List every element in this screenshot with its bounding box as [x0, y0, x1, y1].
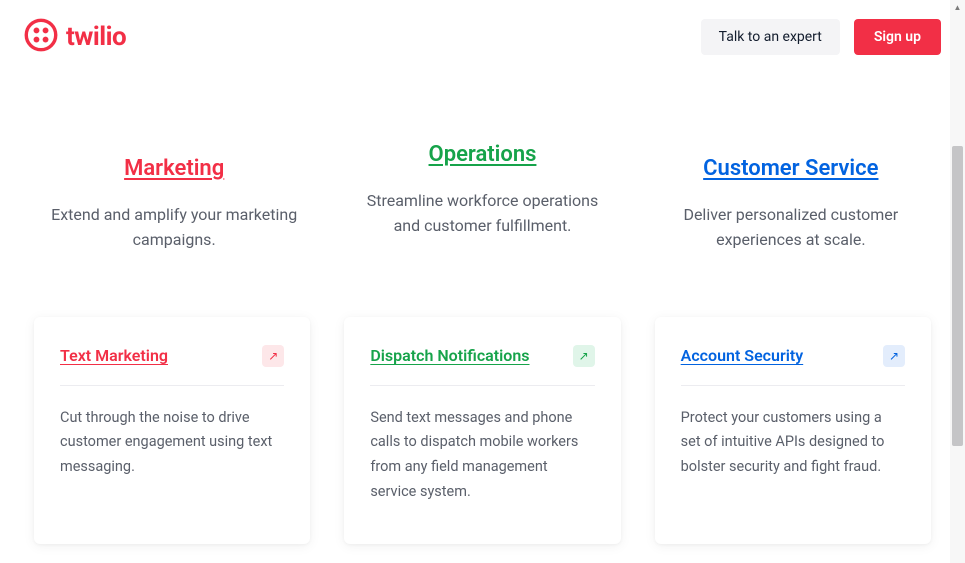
- arrow-up-right-icon: ↗: [573, 345, 595, 367]
- category-columns: Marketing Extend and amplify your market…: [0, 156, 965, 253]
- card-header: Text Marketing ↗: [60, 345, 284, 386]
- sign-up-button[interactable]: Sign up: [854, 19, 941, 55]
- dispatch-notifications-link[interactable]: Dispatch Notifications: [370, 346, 529, 365]
- card-dispatch-notifications[interactable]: Dispatch Notifications ↗ Send text messa…: [344, 317, 620, 545]
- card-account-security[interactable]: Account Security ↗ Protect your customer…: [655, 317, 931, 545]
- card-desc: Cut through the noise to drive customer …: [60, 406, 284, 480]
- card-header: Account Security ↗: [681, 345, 905, 386]
- account-security-link[interactable]: Account Security: [681, 346, 804, 365]
- operations-link[interactable]: Operations: [429, 142, 537, 167]
- customer-service-desc: Deliver personalized customer experience…: [657, 203, 925, 253]
- text-marketing-link[interactable]: Text Marketing: [60, 346, 168, 365]
- header-actions: Talk to an expert Sign up: [701, 19, 941, 55]
- talk-to-expert-button[interactable]: Talk to an expert: [701, 19, 840, 55]
- card-desc: Send text messages and phone calls to di…: [370, 406, 594, 505]
- arrow-up-right-icon: ↗: [262, 345, 284, 367]
- arrow-up-right-icon: ↗: [883, 345, 905, 367]
- logo-text: twilio: [66, 22, 126, 52]
- customer-service-link[interactable]: Customer Service: [703, 156, 878, 181]
- column-operations: Operations Streamline workforce operatio…: [348, 142, 616, 253]
- logo[interactable]: twilio: [24, 18, 126, 56]
- operations-desc: Streamline workforce operations and cust…: [348, 189, 616, 239]
- twilio-logo-icon: [24, 18, 58, 56]
- card-desc: Protect your customers using a set of in…: [681, 406, 905, 480]
- scrollbar-track[interactable]: ▲: [950, 0, 965, 563]
- card-text-marketing[interactable]: Text Marketing ↗ Cut through the noise t…: [34, 317, 310, 545]
- marketing-link[interactable]: Marketing: [124, 156, 224, 181]
- marketing-desc: Extend and amplify your marketing campai…: [40, 203, 308, 253]
- use-case-cards: Text Marketing ↗ Cut through the noise t…: [0, 317, 965, 545]
- column-marketing: Marketing Extend and amplify your market…: [40, 156, 308, 253]
- card-header: Dispatch Notifications ↗: [370, 345, 594, 386]
- scrollbar-thumb[interactable]: [952, 146, 963, 446]
- scroll-up-button[interactable]: ▲: [950, 0, 965, 14]
- header: twilio Talk to an expert Sign up: [0, 0, 965, 56]
- column-customer-service: Customer Service Deliver personalized cu…: [657, 156, 925, 253]
